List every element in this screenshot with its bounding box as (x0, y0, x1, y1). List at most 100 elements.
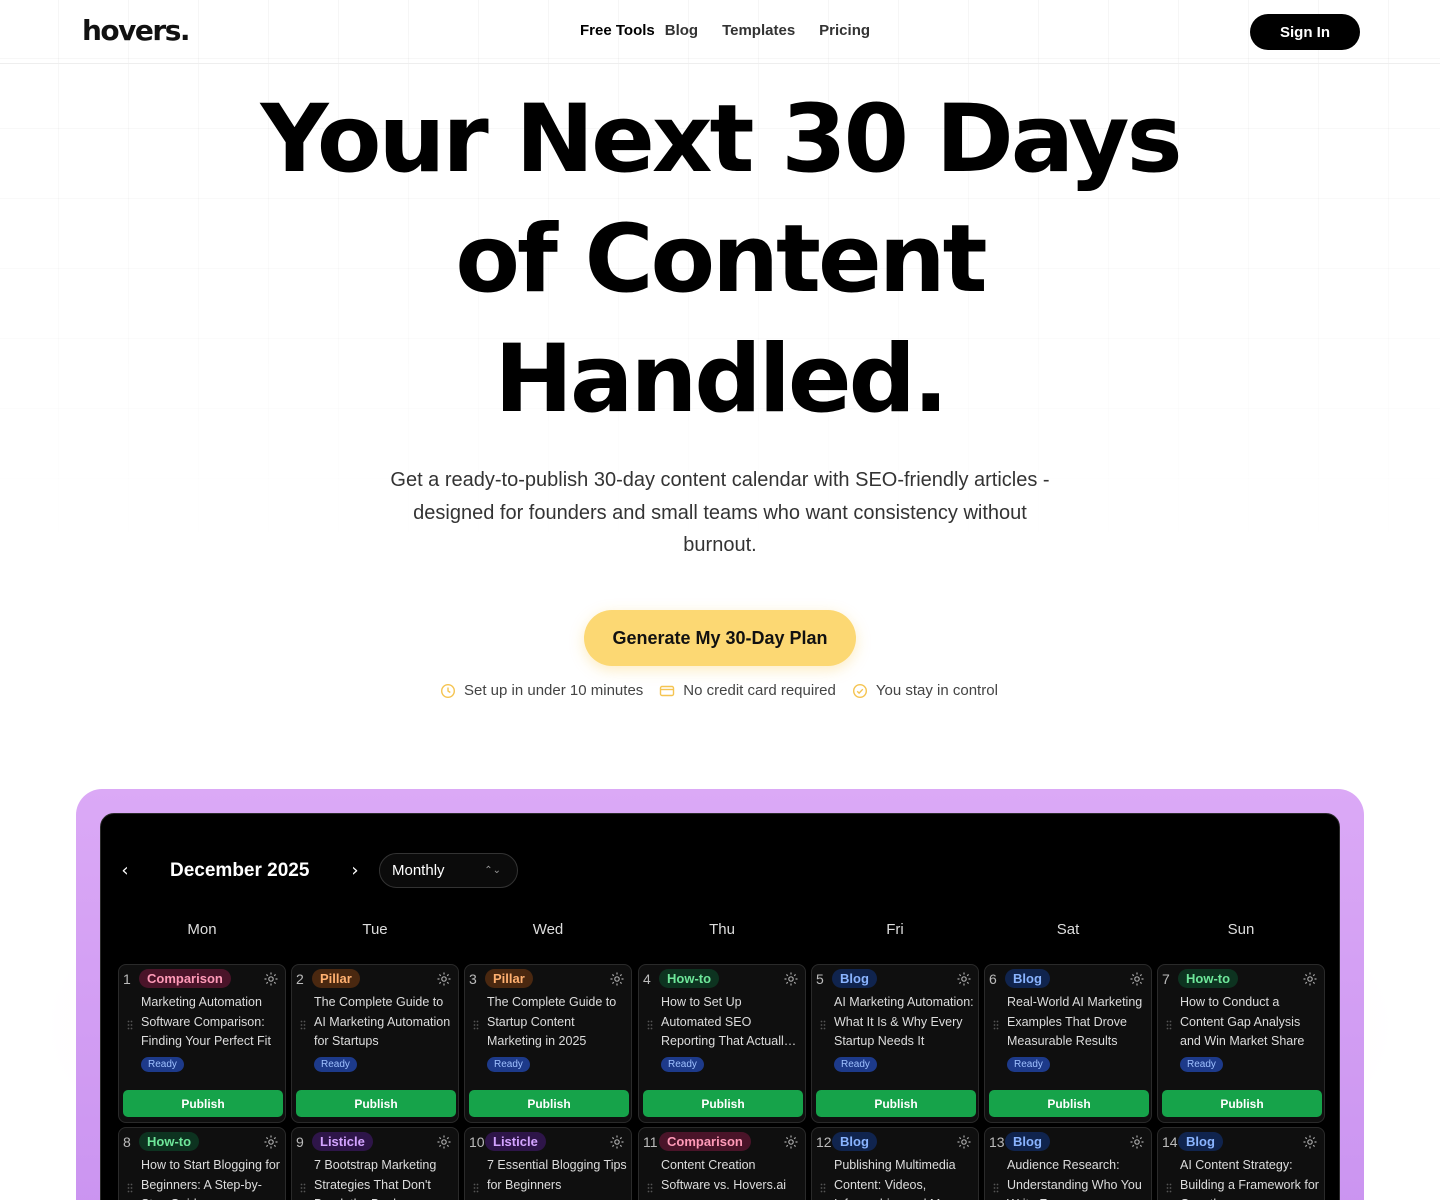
hero-title-line-1: Your Next 30 Days (260, 85, 1182, 194)
article-title[interactable]: 7 Bootstrap Marketing Strategies That Do… (314, 1156, 454, 1200)
weekday-label: Fri (886, 921, 904, 938)
content-type-tag: Pillar (312, 969, 360, 988)
article-title[interactable]: How to Conduct a Content Gap Analysis an… (1180, 993, 1320, 1052)
feature-list: Set up in under 10 minutes No credit car… (440, 682, 998, 699)
drag-handle-icon[interactable] (1166, 1017, 1172, 1030)
chevron-right-icon: › (351, 859, 359, 881)
gear-icon[interactable] (956, 971, 972, 987)
gear-icon[interactable] (609, 1134, 625, 1150)
article-title[interactable]: Audience Research: Understanding Who You… (1007, 1156, 1147, 1200)
day-number: 6 (989, 971, 997, 987)
publish-button[interactable]: Publish (1162, 1090, 1322, 1117)
clock-icon (440, 683, 456, 698)
hero-title-line-2: of Content (455, 205, 987, 314)
content-type-tag: Blog (832, 1132, 877, 1151)
gear-icon[interactable] (783, 971, 799, 987)
gear-icon[interactable] (263, 971, 279, 987)
calendar-day-cell[interactable]: 4 How-to How to Set Up Automated SEO Repor… (638, 964, 806, 1123)
article-title[interactable]: 7 Essential Blogging Tips for Beginners (487, 1156, 627, 1195)
weekday-label: Sat (1056, 921, 1080, 938)
calendar-day-cell[interactable]: 8 How-to How to Start Blogging for Beginne… (118, 1127, 286, 1200)
drag-handle-icon[interactable] (820, 1180, 826, 1193)
nav-blog[interactable]: Blog (665, 22, 698, 39)
weekday-label: Sun (1227, 921, 1255, 938)
feature-control: You stay in control (852, 682, 998, 699)
drag-handle-icon[interactable] (300, 1180, 306, 1193)
drag-handle-icon[interactable] (820, 1017, 826, 1030)
nav-free-tools[interactable]: Free Tools (580, 22, 655, 39)
gear-icon[interactable] (436, 1134, 452, 1150)
content-type-tag: Comparison (659, 1132, 751, 1151)
nav-pricing[interactable]: Pricing (819, 22, 870, 39)
next-month-button[interactable]: › (343, 858, 367, 882)
article-title[interactable]: How to Start Blogging for Beginners: A S… (141, 1156, 281, 1200)
gear-icon[interactable] (783, 1134, 799, 1150)
calendar-day-cell[interactable]: 14 Blog AI Content Strategy: Building a Fr… (1157, 1127, 1325, 1200)
check-circle-icon (852, 683, 867, 698)
publish-button[interactable]: Publish (296, 1090, 456, 1117)
calendar-view-value: Monthly (392, 862, 445, 879)
gear-icon[interactable] (1129, 971, 1145, 987)
drag-handle-icon[interactable] (647, 1180, 653, 1193)
article-title[interactable]: How to Set Up Automated SEO Reporting Th… (661, 993, 801, 1052)
site-header: hovers. Free Tools Blog Templates Pricin… (0, 0, 1440, 64)
article-title[interactable]: Content Creation Software vs. Hovers.ai (661, 1156, 801, 1195)
article-title[interactable]: The Complete Guide to AI Marketing Autom… (314, 993, 454, 1052)
calendar-month-title: December 2025 (170, 860, 310, 881)
calendar-day-cell[interactable]: 3 Pillar The Complete Guide to Startup Con… (464, 964, 632, 1123)
calendar-day-cell[interactable]: 10 Listicle 7 Essential Blogging Tips for … (464, 1127, 632, 1200)
drag-handle-icon[interactable] (473, 1017, 479, 1030)
article-title[interactable]: AI Content Strategy: Building a Framewor… (1180, 1156, 1320, 1200)
publish-button[interactable]: Publish (816, 1090, 976, 1117)
day-number: 14 (1162, 1134, 1178, 1150)
gear-icon[interactable] (436, 971, 452, 987)
drag-handle-icon[interactable] (127, 1017, 133, 1030)
gear-icon[interactable] (1129, 1134, 1145, 1150)
article-title[interactable]: Marketing Automation Software Comparison… (141, 993, 281, 1052)
content-type-tag: Blog (1005, 1132, 1050, 1151)
nav-templates[interactable]: Templates (722, 22, 795, 39)
gear-icon[interactable] (956, 1134, 972, 1150)
publish-button[interactable]: Publish (469, 1090, 629, 1117)
publish-button[interactable]: Publish (989, 1090, 1149, 1117)
article-title[interactable]: AI Marketing Automation: What It Is & Wh… (834, 993, 974, 1052)
calendar-view-select[interactable]: Monthly ⌃⌄ (379, 853, 518, 888)
day-number: 7 (1162, 971, 1170, 987)
calendar-day-cell[interactable]: 1 Comparison Marketing Automation Software… (118, 964, 286, 1123)
drag-handle-icon[interactable] (300, 1017, 306, 1030)
calendar-day-cell[interactable]: 7 How-to How to Conduct a Content Gap Anal… (1157, 964, 1325, 1123)
generate-plan-button[interactable]: Generate My 30-Day Plan (584, 610, 856, 666)
calendar-day-cell[interactable]: 6 Blog Real-World AI Marketing Examples Th… (984, 964, 1152, 1123)
drag-handle-icon[interactable] (473, 1180, 479, 1193)
sign-in-button[interactable]: Sign In (1250, 14, 1360, 50)
drag-handle-icon[interactable] (1166, 1180, 1172, 1193)
publish-button[interactable]: Publish (123, 1090, 283, 1117)
publish-button[interactable]: Publish (643, 1090, 803, 1117)
article-title[interactable]: Publishing Multimedia Content: Videos, I… (834, 1156, 974, 1200)
gear-icon[interactable] (263, 1134, 279, 1150)
calendar-day-cell[interactable]: 9 Listicle 7 Bootstrap Marketing Strategie… (291, 1127, 459, 1200)
content-type-tag: Blog (1178, 1132, 1223, 1151)
chevron-left-icon: ‹ (121, 859, 129, 881)
drag-handle-icon[interactable] (993, 1180, 999, 1193)
calendar-day-cell[interactable]: 13 Blog Audience Research: Understanding W… (984, 1127, 1152, 1200)
gear-icon[interactable] (1302, 971, 1318, 987)
calendar-day-cell[interactable]: 11 Comparison Content Creation Software vs… (638, 1127, 806, 1200)
day-number: 8 (123, 1134, 131, 1150)
drag-handle-icon[interactable] (993, 1017, 999, 1030)
calendar-day-cell[interactable]: 12 Blog Publishing Multimedia Content: Vid… (811, 1127, 979, 1200)
article-title[interactable]: The Complete Guide to Startup Content Ma… (487, 993, 627, 1052)
drag-handle-icon[interactable] (647, 1017, 653, 1030)
content-type-tag: Blog (832, 969, 877, 988)
gear-icon[interactable] (609, 971, 625, 987)
day-number: 13 (989, 1134, 1005, 1150)
credit-card-icon (660, 685, 675, 696)
calendar-day-cell[interactable]: 2 Pillar The Complete Guide to AI Marketin… (291, 964, 459, 1123)
gear-icon[interactable] (1302, 1134, 1318, 1150)
calendar-day-cell[interactable]: 5 Blog AI Marketing Automation: What It Is… (811, 964, 979, 1123)
brand-logo[interactable]: hovers. (82, 14, 191, 47)
previous-month-button[interactable]: ‹ (113, 858, 137, 882)
article-title[interactable]: Real-World AI Marketing Examples That Dr… (1007, 993, 1147, 1052)
main-nav: Free Tools Blog Templates Pricing (580, 22, 870, 39)
drag-handle-icon[interactable] (127, 1180, 133, 1193)
